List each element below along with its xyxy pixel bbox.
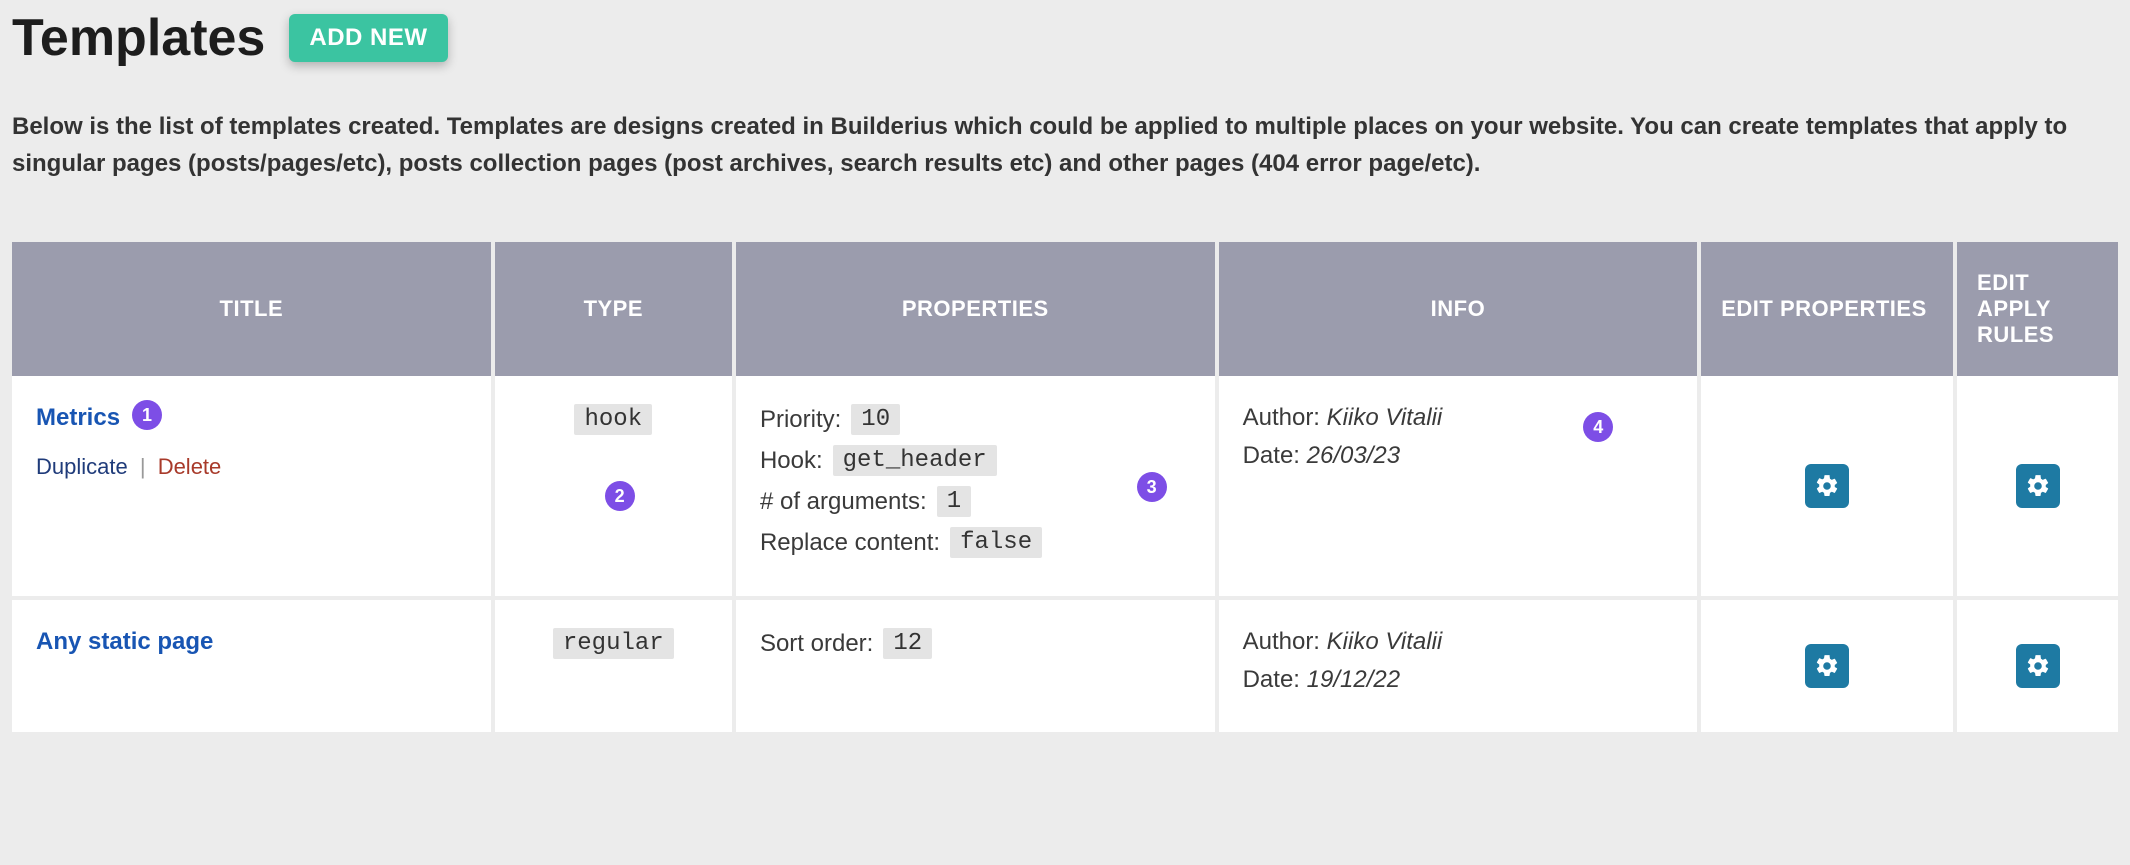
page-description: Below is the list of templates created. …: [12, 108, 2092, 182]
template-title-link[interactable]: Any static page: [36, 628, 213, 655]
add-new-button[interactable]: ADD NEW: [289, 14, 447, 62]
col-header-title: TITLE: [12, 242, 495, 376]
action-separator: |: [140, 454, 146, 479]
prop-label-sort-order: Sort order:: [760, 630, 873, 658]
info-label-date: Date:: [1243, 442, 1300, 469]
duplicate-link[interactable]: Duplicate: [36, 454, 128, 479]
prop-value-priority: 10: [851, 404, 900, 435]
info-label-author: Author:: [1243, 628, 1320, 655]
col-header-edit-properties: EDIT PROPERTIES: [1701, 242, 1957, 376]
info-value-author: Kiiko Vitalii: [1327, 628, 1443, 655]
prop-label-hook: Hook:: [760, 447, 823, 475]
table-row: Any static page regular Sort order: 12 A…: [12, 596, 2118, 732]
edit-properties-button[interactable]: [1805, 644, 1849, 688]
template-title-link[interactable]: Metrics: [36, 404, 120, 431]
page-title: Templates: [12, 8, 265, 68]
col-header-edit-apply-rules: EDIT APPLY RULES: [1957, 242, 2118, 376]
info-value-date: 26/03/23: [1307, 442, 1400, 469]
info-label-author: Author:: [1243, 404, 1320, 431]
gear-icon: [1814, 653, 1840, 679]
col-header-properties: PROPERTIES: [736, 242, 1219, 376]
info-value-author: Kiiko Vitalii: [1327, 404, 1443, 431]
templates-table: TITLE TYPE PROPERTIES INFO EDIT PROPERTI…: [12, 242, 2118, 732]
col-header-type: TYPE: [495, 242, 736, 376]
prop-value-num-args: 1: [937, 486, 971, 517]
delete-link[interactable]: Delete: [158, 454, 222, 479]
edit-apply-rules-button[interactable]: [2016, 644, 2060, 688]
prop-label-num-args: # of arguments:: [760, 488, 927, 516]
edit-apply-rules-button[interactable]: [2016, 464, 2060, 508]
prop-value-sort-order: 12: [883, 628, 932, 659]
type-chip: hook: [574, 404, 652, 435]
info-label-date: Date:: [1243, 666, 1300, 693]
col-header-info: INFO: [1219, 242, 1702, 376]
edit-properties-button[interactable]: [1805, 464, 1849, 508]
annotation-marker-2: 2: [605, 481, 635, 511]
gear-icon: [2025, 653, 2051, 679]
prop-label-priority: Priority:: [760, 406, 841, 434]
gear-icon: [2025, 473, 2051, 499]
type-chip: regular: [553, 628, 674, 659]
row-actions: Duplicate | Delete: [36, 454, 467, 480]
annotation-marker-4: 4: [1583, 412, 1613, 442]
prop-label-replace-content: Replace content:: [760, 529, 940, 557]
annotation-marker-3: 3: [1137, 472, 1167, 502]
prop-value-replace-content: false: [950, 527, 1042, 558]
gear-icon: [1814, 473, 1840, 499]
info-value-date: 19/12/22: [1307, 666, 1400, 693]
annotation-marker-1: 1: [132, 400, 162, 430]
table-row: Metrics 1 Duplicate | Delete hook 2: [12, 376, 2118, 596]
prop-value-hook: get_header: [833, 445, 997, 476]
